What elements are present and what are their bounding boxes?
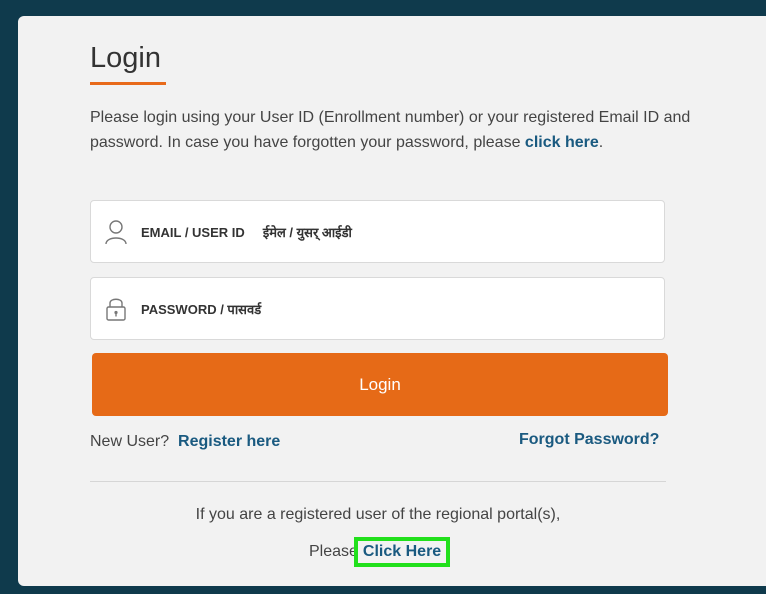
- login-card: Login Please login using your User ID (E…: [18, 16, 766, 586]
- forgot-password-link[interactable]: Forgot Password?: [519, 431, 659, 449]
- title-underline: [90, 82, 166, 85]
- login-title: Login: [90, 42, 161, 74]
- register-link[interactable]: Register here: [178, 433, 280, 450]
- new-user-row: New User? Register here: [90, 433, 280, 451]
- login-instructions: Please login using your User ID (Enrollm…: [90, 105, 710, 155]
- email-input[interactable]: [141, 211, 651, 253]
- regional-prefix: Please: [309, 543, 358, 560]
- password-field-box[interactable]: [90, 277, 665, 340]
- password-input[interactable]: [141, 288, 651, 330]
- page-frame: Login Please login using your User ID (E…: [0, 0, 766, 594]
- login-button[interactable]: Login: [92, 353, 668, 416]
- email-field-box[interactable]: [90, 200, 665, 263]
- new-user-label: New User?: [90, 433, 170, 450]
- lock-icon: [106, 298, 126, 321]
- regional-portal-text: If you are a registered user of the regi…: [195, 506, 561, 523]
- user-icon: [105, 220, 127, 245]
- regional-portal-row: Please Click Here: [309, 537, 451, 567]
- divider: [90, 481, 666, 482]
- instructions-suffix: .: [598, 134, 604, 151]
- regional-click-here-link[interactable]: Click Here: [353, 537, 451, 567]
- forgot-password-inline-link[interactable]: click here: [525, 134, 599, 151]
